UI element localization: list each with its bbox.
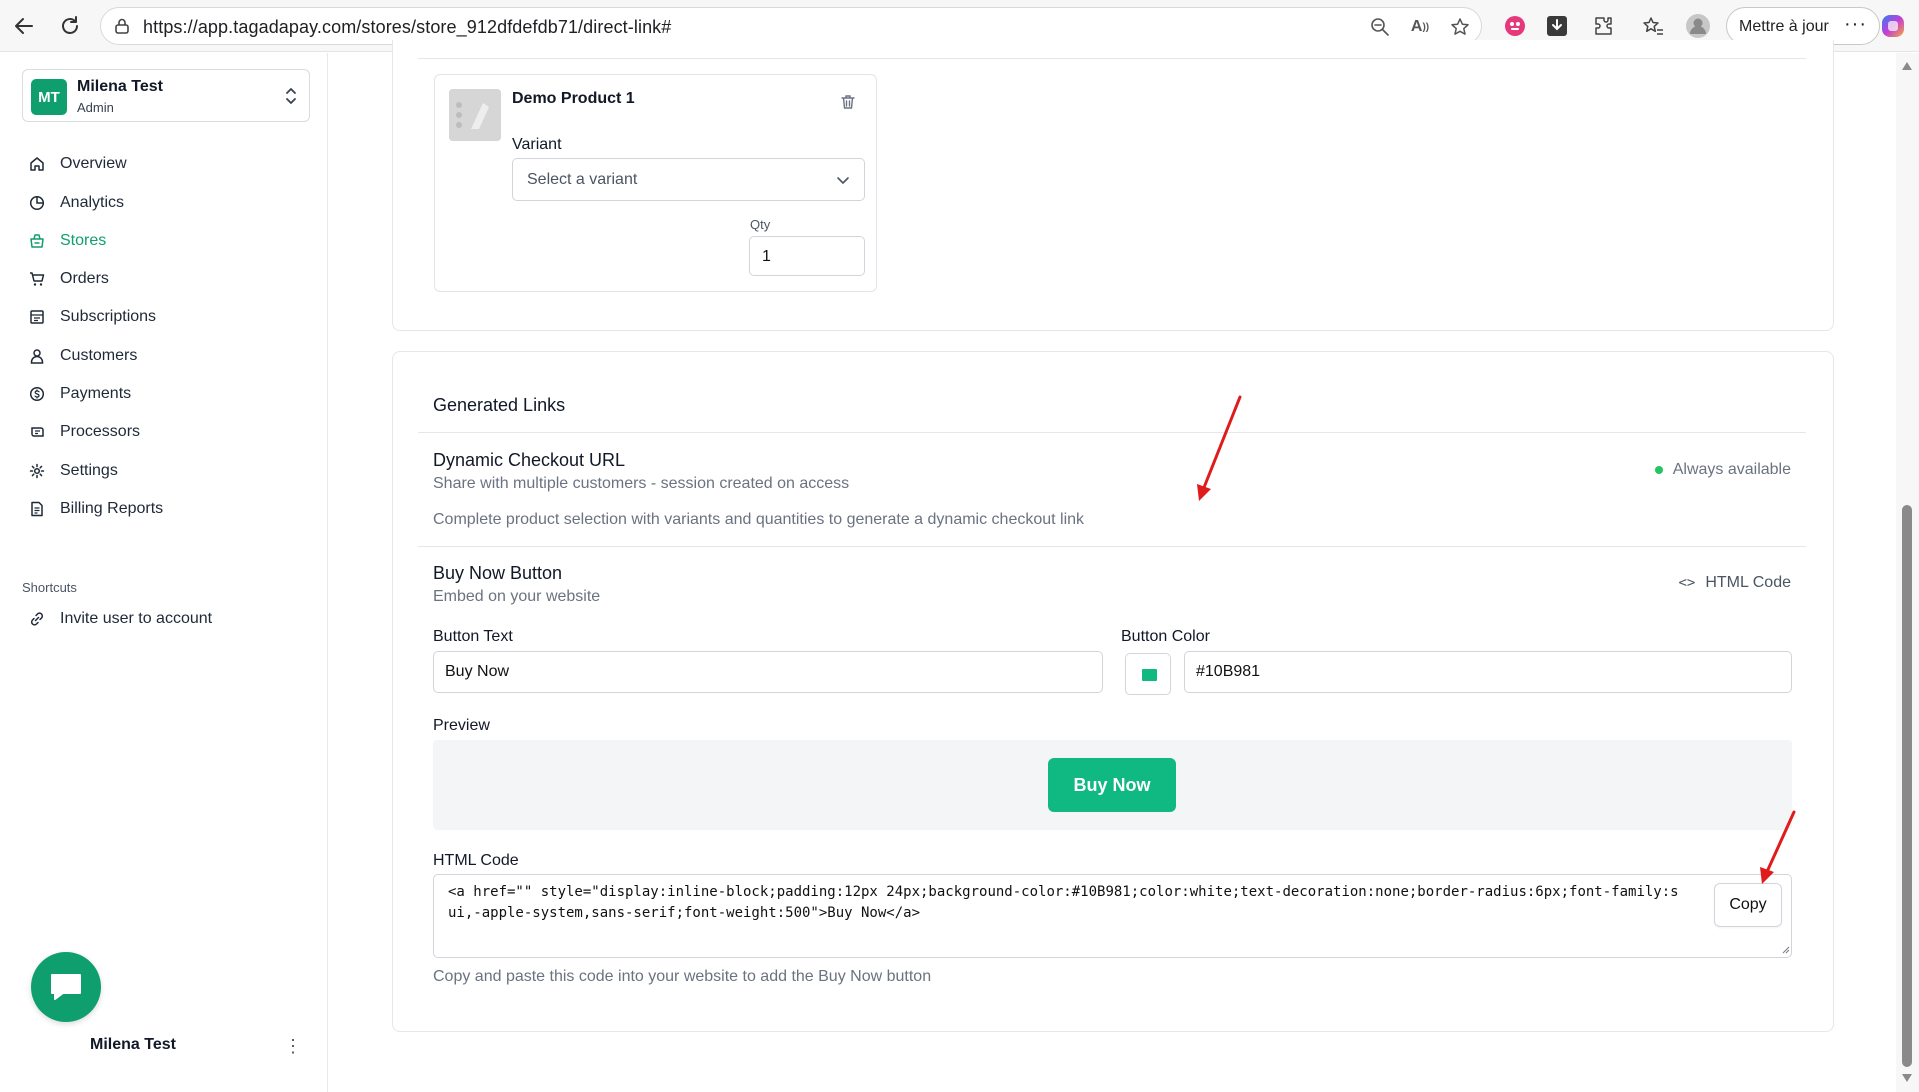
annotation-arrows bbox=[1197, 395, 1796, 884]
scroll-thumb[interactable] bbox=[1902, 505, 1912, 1067]
scroll-up-icon[interactable] bbox=[1901, 61, 1913, 71]
scroll-down-icon[interactable] bbox=[1901, 1073, 1913, 1083]
page-scrollbar[interactable] bbox=[1896, 53, 1919, 1092]
red-arrow-icon bbox=[1760, 810, 1796, 884]
red-arrow-icon bbox=[1197, 395, 1242, 501]
